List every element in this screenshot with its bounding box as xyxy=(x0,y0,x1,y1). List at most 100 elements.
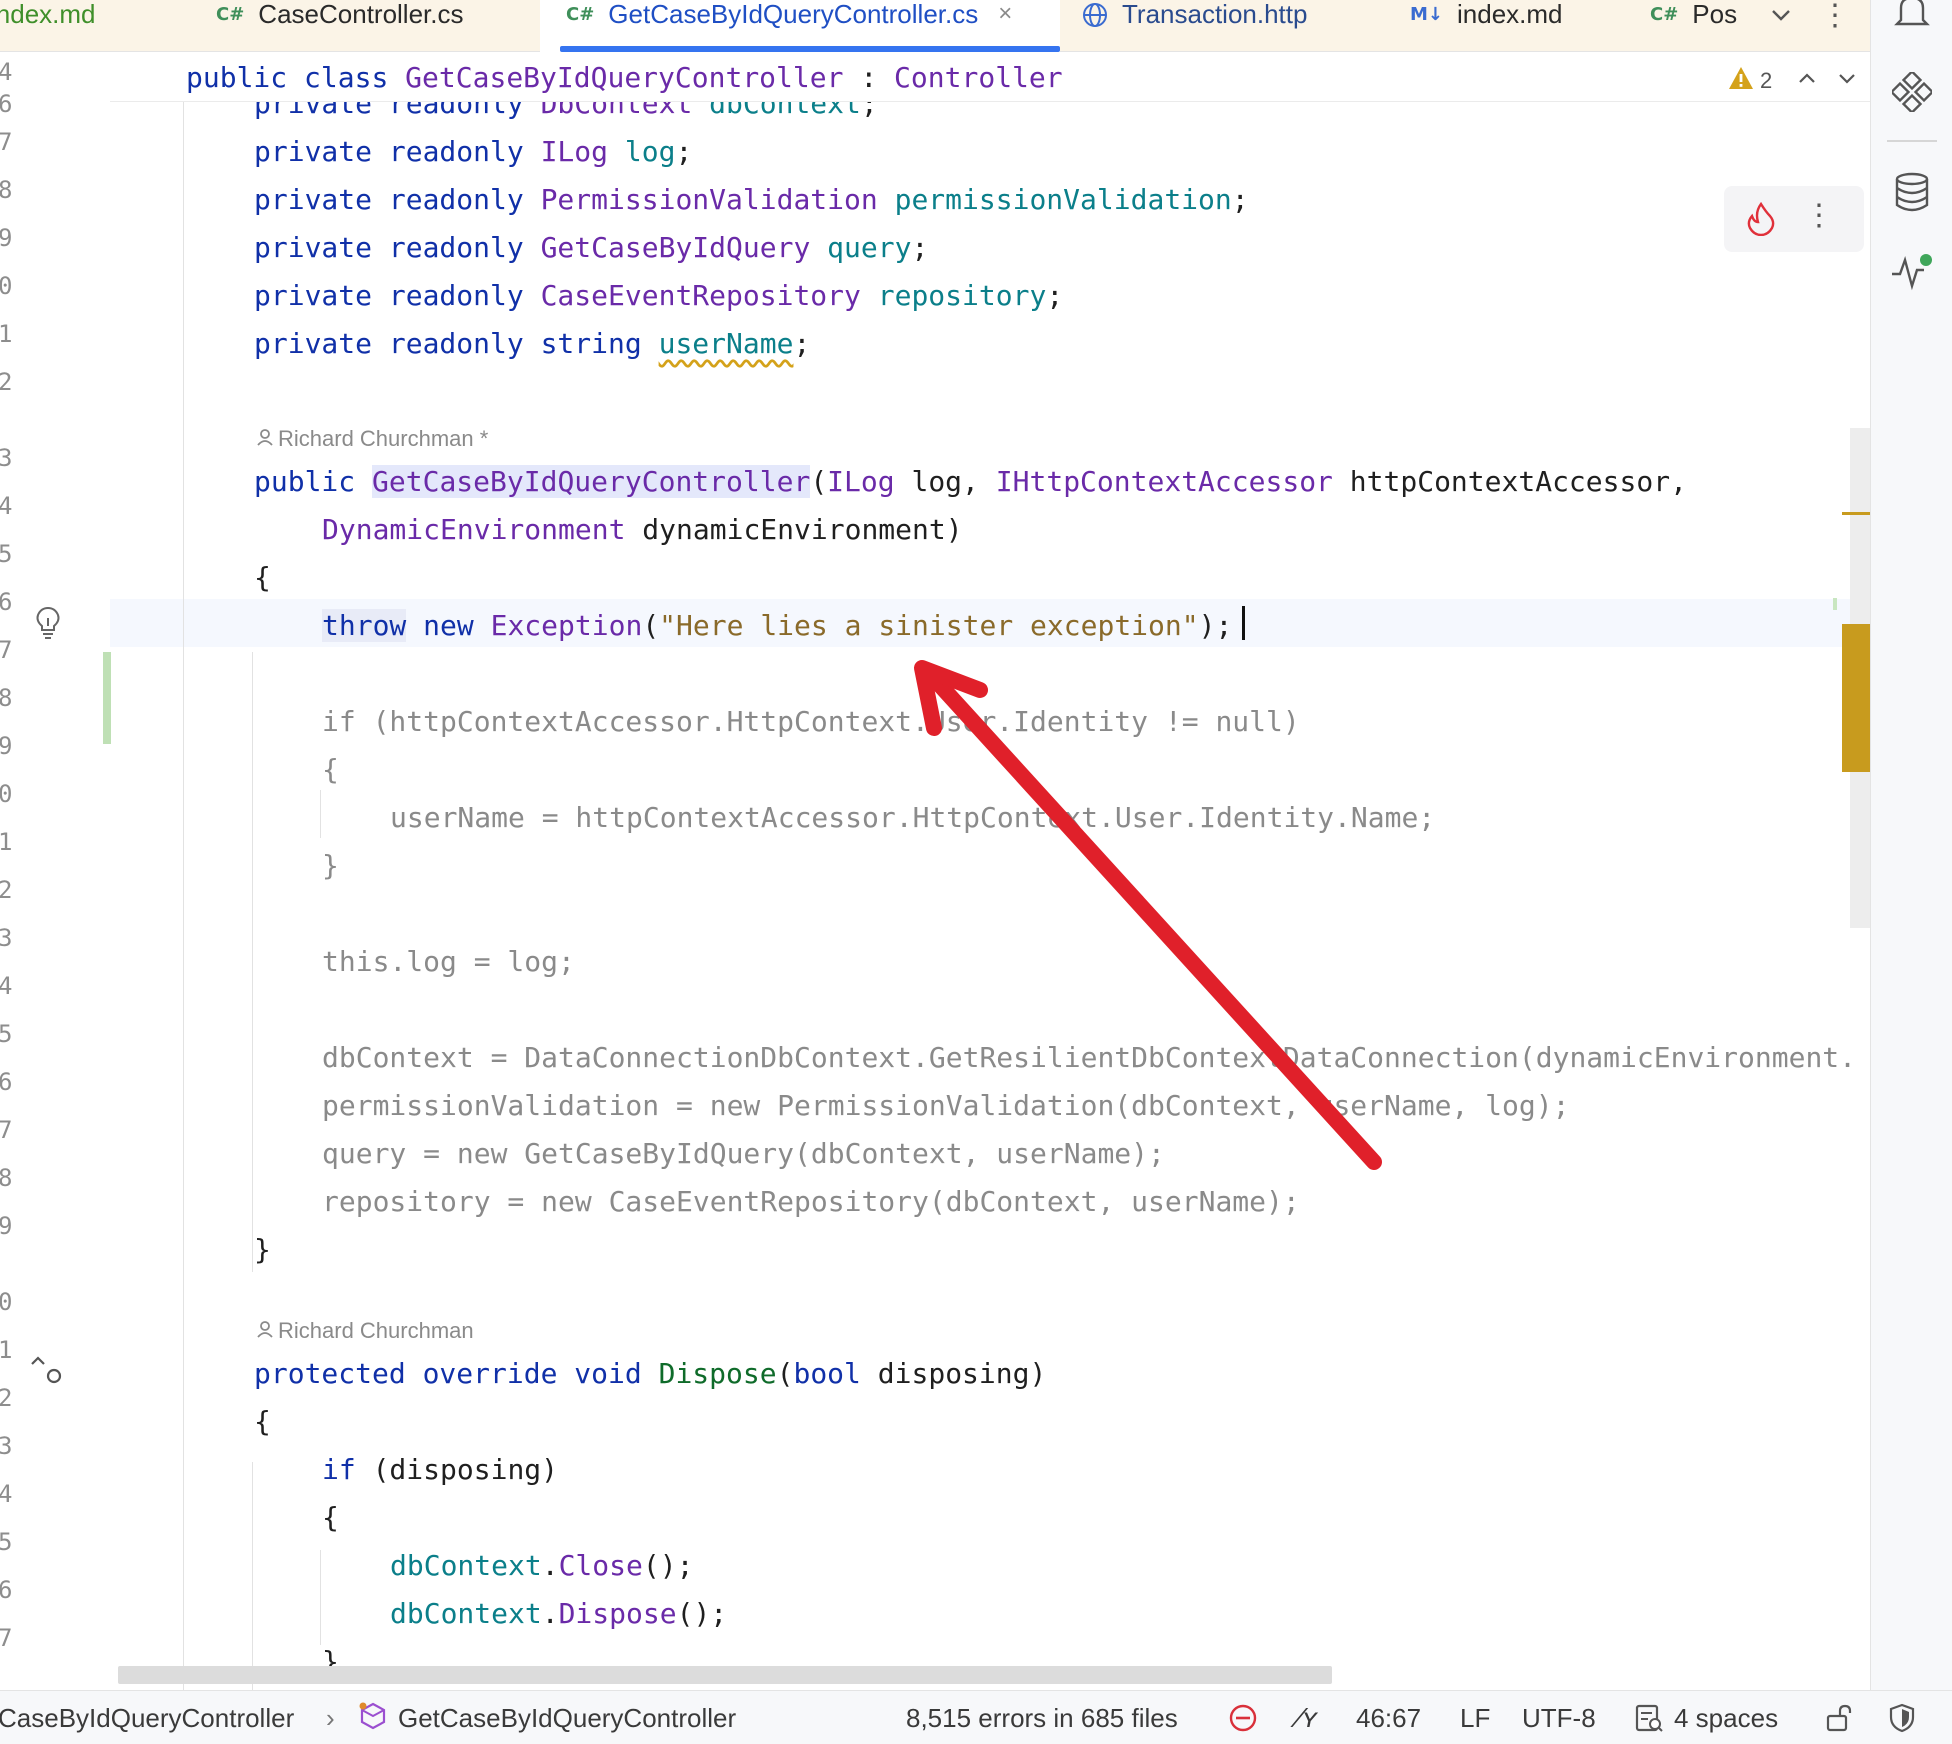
line-number: 4 xyxy=(0,972,13,1000)
method-call: dbContext.Close(); xyxy=(390,1549,694,1582)
chevron-down-icon[interactable] xyxy=(1836,67,1858,94)
csharp-file-icon: C# xyxy=(566,4,595,25)
indent-guide xyxy=(320,790,321,838)
dead-code-line: this.log = log; xyxy=(322,945,575,978)
keyword: if xyxy=(322,1453,356,1486)
breadcrumb-class[interactable]: CaseByIdQueryController xyxy=(0,1691,294,1744)
breadcrumb-member[interactable]: GetCaseByIdQueryController xyxy=(398,1691,736,1744)
tab-transaction-http[interactable]: Transaction.http xyxy=(1082,0,1307,52)
type-name: ILog xyxy=(827,465,895,498)
dead-code-line: query = new GetCaseByIdQuery(dbContext, … xyxy=(322,1137,1165,1170)
warning-stripe-marker[interactable] xyxy=(1842,624,1870,772)
no-entry-icon[interactable] xyxy=(1228,1703,1258,1733)
field-name: permissionValidation xyxy=(894,183,1232,216)
line-number: 8 xyxy=(0,176,13,204)
if-statement: if (disposing) xyxy=(322,1446,558,1494)
indent-guide xyxy=(320,1550,321,1645)
tab-getcasebyidquerycontroller[interactable]: C# GetCaseByIdQueryController.cs × xyxy=(540,0,1060,52)
code-editor[interactable]: public class GetCaseByIdQueryController … xyxy=(110,52,1870,1690)
line-ending[interactable]: LF xyxy=(1460,1691,1490,1744)
line-number-gutter: 4 6 7 8 9 0 1 2 3 4 5 6 7 8 9 0 1 2 3 4 … xyxy=(0,52,111,1690)
indent-setting[interactable]: 4 spaces xyxy=(1674,1691,1778,1744)
warning-icon xyxy=(1728,66,1754,95)
chevron-up-icon[interactable] xyxy=(1796,67,1818,94)
line-number: 0 xyxy=(0,1288,13,1316)
type-name: DynamicEnvironment xyxy=(322,513,626,546)
line-number: 1 xyxy=(0,320,13,348)
plugins-icon[interactable] xyxy=(1871,72,1952,112)
line-number: 4 xyxy=(0,492,13,520)
type-name: IHttpContextAccessor xyxy=(995,465,1333,498)
param-name: httpContextAccessor xyxy=(1349,465,1671,498)
field-declaration: private readonly PermissionValidation pe… xyxy=(254,183,1249,216)
keyword: private readonly xyxy=(254,327,524,360)
constructor-name: GetCaseByIdQueryController xyxy=(372,465,811,498)
keyword: override xyxy=(422,1357,558,1390)
sticky-class-header[interactable]: public class GetCaseByIdQueryController … xyxy=(110,52,1870,102)
keyword: private readonly xyxy=(254,231,524,264)
database-icon[interactable] xyxy=(1871,172,1952,212)
string-literal: "Here lies a sinister exception" xyxy=(659,609,1199,642)
keyword: public xyxy=(254,465,356,498)
line-number: 6 xyxy=(0,1068,13,1096)
activity-icon[interactable] xyxy=(1871,252,1952,292)
keyword: bool xyxy=(793,1357,861,1390)
field-name: dbContext xyxy=(390,1597,542,1630)
lock-icon[interactable] xyxy=(1824,1703,1854,1733)
line-number: 6 xyxy=(0,1576,13,1604)
kebab-icon[interactable]: ⋮ xyxy=(1804,198,1834,233)
field-name: query xyxy=(827,231,912,264)
csharp-file-icon: C# xyxy=(1650,4,1679,25)
bulb-icon[interactable] xyxy=(34,606,62,645)
indent-guide xyxy=(252,652,253,1272)
tab-casecontroller[interactable]: C# CaseController.cs xyxy=(216,0,464,52)
line-number: 3 xyxy=(0,1432,13,1460)
type-name: PermissionValidation xyxy=(540,183,878,216)
horizontal-scrollbar[interactable] xyxy=(118,1666,1332,1684)
tab-label: CaseController.cs xyxy=(258,0,464,29)
inspection-summary[interactable]: 2 xyxy=(1728,66,1858,95)
tab-index-md-2[interactable]: M↓ index.md xyxy=(1410,0,1563,52)
line-number: 9 xyxy=(0,1212,13,1240)
condition: (disposing) xyxy=(372,1453,559,1486)
csharp-file-icon: C# xyxy=(216,4,245,25)
author-name: Richard Churchman * xyxy=(278,426,489,451)
file-encoding[interactable]: UTF-8 xyxy=(1522,1691,1596,1744)
field-name: log xyxy=(624,135,676,168)
author-hint[interactable]: Richard Churchman xyxy=(256,1318,474,1344)
throw-statement: throw new Exception("Here lies a siniste… xyxy=(322,609,1233,642)
close-tab-icon[interactable]: × xyxy=(998,0,1012,28)
override-icon[interactable] xyxy=(30,1352,66,1393)
constructor-signature-cont: DynamicEnvironment dynamicEnvironment) xyxy=(322,513,963,546)
right-tool-strip xyxy=(1870,0,1952,1690)
user-icon xyxy=(256,426,274,451)
sticky-class-declaration: public class GetCaseByIdQueryController … xyxy=(186,54,1063,102)
warning-count: 2 xyxy=(1760,67,1773,93)
problems-summary[interactable]: 8,515 errors in 685 files xyxy=(906,1691,1178,1744)
line-number: 2 xyxy=(0,368,13,396)
editor-tab-bar: index.md C# CaseController.cs C# GetCase… xyxy=(0,0,1870,52)
tab-overflow-chevron-icon[interactable] xyxy=(1766,0,1796,37)
tab-more-icon[interactable]: ⋮ xyxy=(1820,0,1850,33)
fire-icon[interactable] xyxy=(1746,201,1776,241)
dead-code-line: { xyxy=(322,753,339,786)
line-number: 2 xyxy=(0,876,13,904)
warning-stripe-marker[interactable] xyxy=(1842,512,1870,515)
caret-position[interactable]: 46:67 xyxy=(1356,1691,1421,1744)
dead-code-line: } xyxy=(322,849,339,882)
bell-icon[interactable] xyxy=(1871,0,1952,30)
brace: } xyxy=(254,1233,271,1266)
brace: { xyxy=(254,561,271,594)
tab-label: index.md xyxy=(0,0,96,29)
author-hint[interactable]: Richard Churchman * xyxy=(256,426,488,452)
shield-icon[interactable] xyxy=(1888,1703,1916,1733)
line-number: 9 xyxy=(0,732,13,760)
type-name: Exception xyxy=(490,609,643,642)
tab-label: Pos xyxy=(1692,0,1738,29)
ai-icon[interactable]: ⁄ʏ xyxy=(1298,1691,1317,1744)
dead-code-line: permissionValidation = new PermissionVal… xyxy=(322,1089,1570,1122)
type-name: string xyxy=(540,327,642,360)
tab-pos[interactable]: C# Pos xyxy=(1650,0,1746,52)
tool-separator xyxy=(1887,140,1937,142)
tab-index-md-1[interactable]: index.md xyxy=(0,0,96,52)
